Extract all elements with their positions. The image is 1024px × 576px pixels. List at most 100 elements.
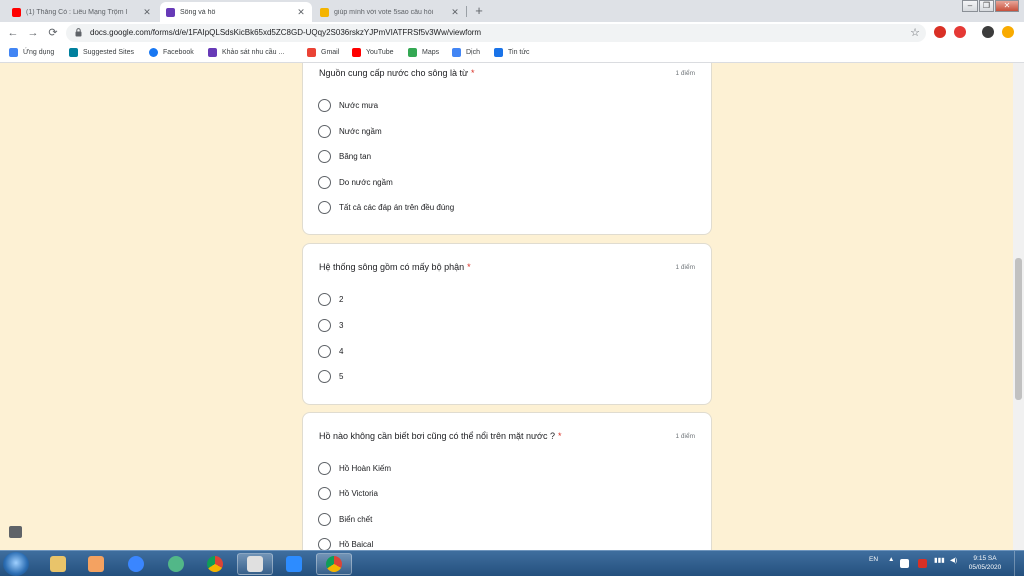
radio-button[interactable] xyxy=(318,149,331,163)
bookmark-gmail[interactable]: Gmail xyxy=(307,48,339,57)
radio-option[interactable]: Hồ Victoria xyxy=(318,486,378,500)
profile-avatar[interactable] xyxy=(982,26,994,38)
adblock-extension-icon[interactable] xyxy=(934,26,946,38)
tab-hoc24[interactable]: giúp mình với vote 5sao câu hỏi ✕ xyxy=(314,2,466,22)
taskbar-explorer[interactable] xyxy=(40,553,76,575)
tab-song-va-ho[interactable]: Sông và hồ ✕ xyxy=(160,2,312,22)
bookmark-dich[interactable]: Dịch xyxy=(452,48,480,57)
minimize-button[interactable]: – xyxy=(962,0,978,12)
option-label: Băng tan xyxy=(339,151,372,161)
forward-button[interactable]: → xyxy=(25,25,41,41)
taskbar-media-player[interactable] xyxy=(78,553,114,575)
bookmark-label: Tin tức xyxy=(508,49,530,56)
radio-button[interactable] xyxy=(318,512,331,526)
tray-arrow-icon[interactable]: ▲ xyxy=(888,556,894,563)
clock-time: 9:15 SA xyxy=(973,555,997,562)
maps-icon xyxy=(408,48,417,57)
browser-toolbar: ← → ⟳ docs.google.com/forms/d/e/1FAIpQLS… xyxy=(0,22,1024,44)
windows-taskbar: EN ▲ ▮▮▮ ◀) 9:15 SA 05/05/2020 xyxy=(0,550,1024,576)
required-mark: * xyxy=(467,262,471,272)
taskbar-internet-explorer[interactable] xyxy=(118,553,154,575)
bookmark-maps[interactable]: Maps xyxy=(408,48,439,57)
taskbar-zoom[interactable] xyxy=(276,553,312,575)
bookmark-facebook[interactable]: Facebook xyxy=(149,48,194,57)
bookmark-suggested-sites[interactable]: Suggested Sites xyxy=(69,48,134,57)
radio-button[interactable] xyxy=(318,486,331,500)
antivirus-icon[interactable] xyxy=(918,559,927,568)
radio-option[interactable]: Hồ Hoàn Kiếm xyxy=(318,461,391,475)
radio-option[interactable]: 4 xyxy=(318,344,343,358)
network-flag-icon[interactable] xyxy=(900,559,909,568)
maximize-button[interactable]: ❐ xyxy=(979,0,994,12)
question-points: 1 điểm xyxy=(675,264,695,271)
radio-option[interactable]: Hồ Baical xyxy=(318,537,373,550)
feedback-icon[interactable] xyxy=(9,526,22,538)
scrollbar-thumb[interactable] xyxy=(1015,258,1022,400)
option-label: Biển chết xyxy=(339,514,373,524)
question-title: Nguồn cung cấp nước cho sông là từ * xyxy=(319,68,475,78)
close-tab-icon[interactable]: ✕ xyxy=(296,7,306,18)
question-text: Hồ nào không cần biết bơi cũng có thể nổ… xyxy=(319,431,555,441)
youtube-icon xyxy=(12,7,21,17)
address-bar[interactable]: docs.google.com/forms/d/e/1FAIpQLSdsKicB… xyxy=(66,24,926,42)
question-card: Hồ nào không cần biết bơi cũng có thể nổ… xyxy=(302,412,712,550)
radio-option[interactable]: Biển chết xyxy=(318,512,372,526)
option-label: 5 xyxy=(339,371,344,381)
taskbar-chrome[interactable] xyxy=(197,553,233,575)
radio-option[interactable]: 5 xyxy=(318,369,343,383)
radio-button[interactable] xyxy=(318,537,331,550)
tab-youtube[interactable]: (1) Thằng Cò : Liêu Mạng Trộm I ✕ xyxy=(6,2,158,22)
bookmark-label: Facebook xyxy=(163,49,194,56)
radio-button[interactable] xyxy=(318,344,331,358)
radio-button[interactable] xyxy=(318,175,331,189)
radio-option[interactable]: Nước ngầm xyxy=(318,124,382,138)
language-indicator[interactable]: EN xyxy=(869,556,878,563)
start-button[interactable] xyxy=(3,552,29,576)
question-text: Hệ thống sông gồm có mấy bộ phận xyxy=(319,262,465,272)
bookmark-star-icon[interactable]: ☆ xyxy=(910,26,920,39)
taskbar-clock[interactable]: 9:15 SA 05/05/2020 xyxy=(960,554,1010,572)
radio-button[interactable] xyxy=(318,369,331,383)
taskbar-chrome-running[interactable] xyxy=(316,553,352,575)
radio-button[interactable] xyxy=(318,461,331,475)
question-title: Hệ thống sông gồm có mấy bộ phận * xyxy=(319,262,471,272)
youtube-icon xyxy=(352,48,361,57)
radio-button[interactable] xyxy=(318,292,331,306)
question-text: Nguồn cung cấp nước cho sông là từ xyxy=(319,68,469,78)
radio-option[interactable]: Băng tan xyxy=(318,149,371,163)
signal-icon[interactable]: ▮▮▮ xyxy=(934,556,945,564)
reload-button[interactable]: ⟳ xyxy=(45,25,61,41)
close-tab-icon[interactable]: ✕ xyxy=(142,7,152,18)
update-menu-icon[interactable] xyxy=(1002,26,1014,38)
radio-button[interactable] xyxy=(318,124,331,138)
close-tab-icon[interactable]: ✕ xyxy=(450,7,460,18)
option-label: Do nước ngầm xyxy=(339,177,393,187)
bookmark-apps[interactable]: Ứng dụng xyxy=(9,48,54,57)
apps-grid-icon xyxy=(9,48,18,57)
bookmarks-bar: Ứng dụng Suggested Sites Facebook Khảo s… xyxy=(0,44,1024,63)
radio-option[interactable]: Nước mưa xyxy=(318,98,378,112)
new-tab-button[interactable]: + xyxy=(472,3,486,19)
page-scrollbar[interactable] xyxy=(1013,63,1024,550)
radio-option[interactable]: Tất cả các đáp án trên đều đúng xyxy=(318,200,454,214)
taskbar-coccoc[interactable] xyxy=(158,553,194,575)
volume-icon[interactable]: ◀) xyxy=(950,556,957,564)
radio-option[interactable]: 3 xyxy=(318,318,343,332)
taskbar-notepad[interactable] xyxy=(237,553,273,575)
bookmark-label: Maps xyxy=(422,49,440,56)
radio-option[interactable]: 2 xyxy=(318,292,343,306)
bookmark-tin-tuc[interactable]: Tin tức xyxy=(494,48,530,57)
option-label: 4 xyxy=(339,346,344,356)
bookmark-khao-sat[interactable]: Khảo sát nhu cầu ... xyxy=(208,48,284,57)
back-button[interactable]: ← xyxy=(5,25,21,41)
close-window-button[interactable]: ✕ xyxy=(995,0,1019,12)
show-desktop-button[interactable] xyxy=(1014,551,1024,576)
radio-button[interactable] xyxy=(318,98,331,112)
radio-button[interactable] xyxy=(318,200,331,214)
option-label: Nước ngầm xyxy=(339,126,382,136)
radio-option[interactable]: Do nước ngầm xyxy=(318,175,393,189)
media-player-icon xyxy=(88,556,104,572)
radio-button[interactable] xyxy=(318,318,331,332)
bookmark-youtube[interactable]: YouTube xyxy=(352,48,394,57)
opera-extension-icon[interactable] xyxy=(954,26,966,38)
